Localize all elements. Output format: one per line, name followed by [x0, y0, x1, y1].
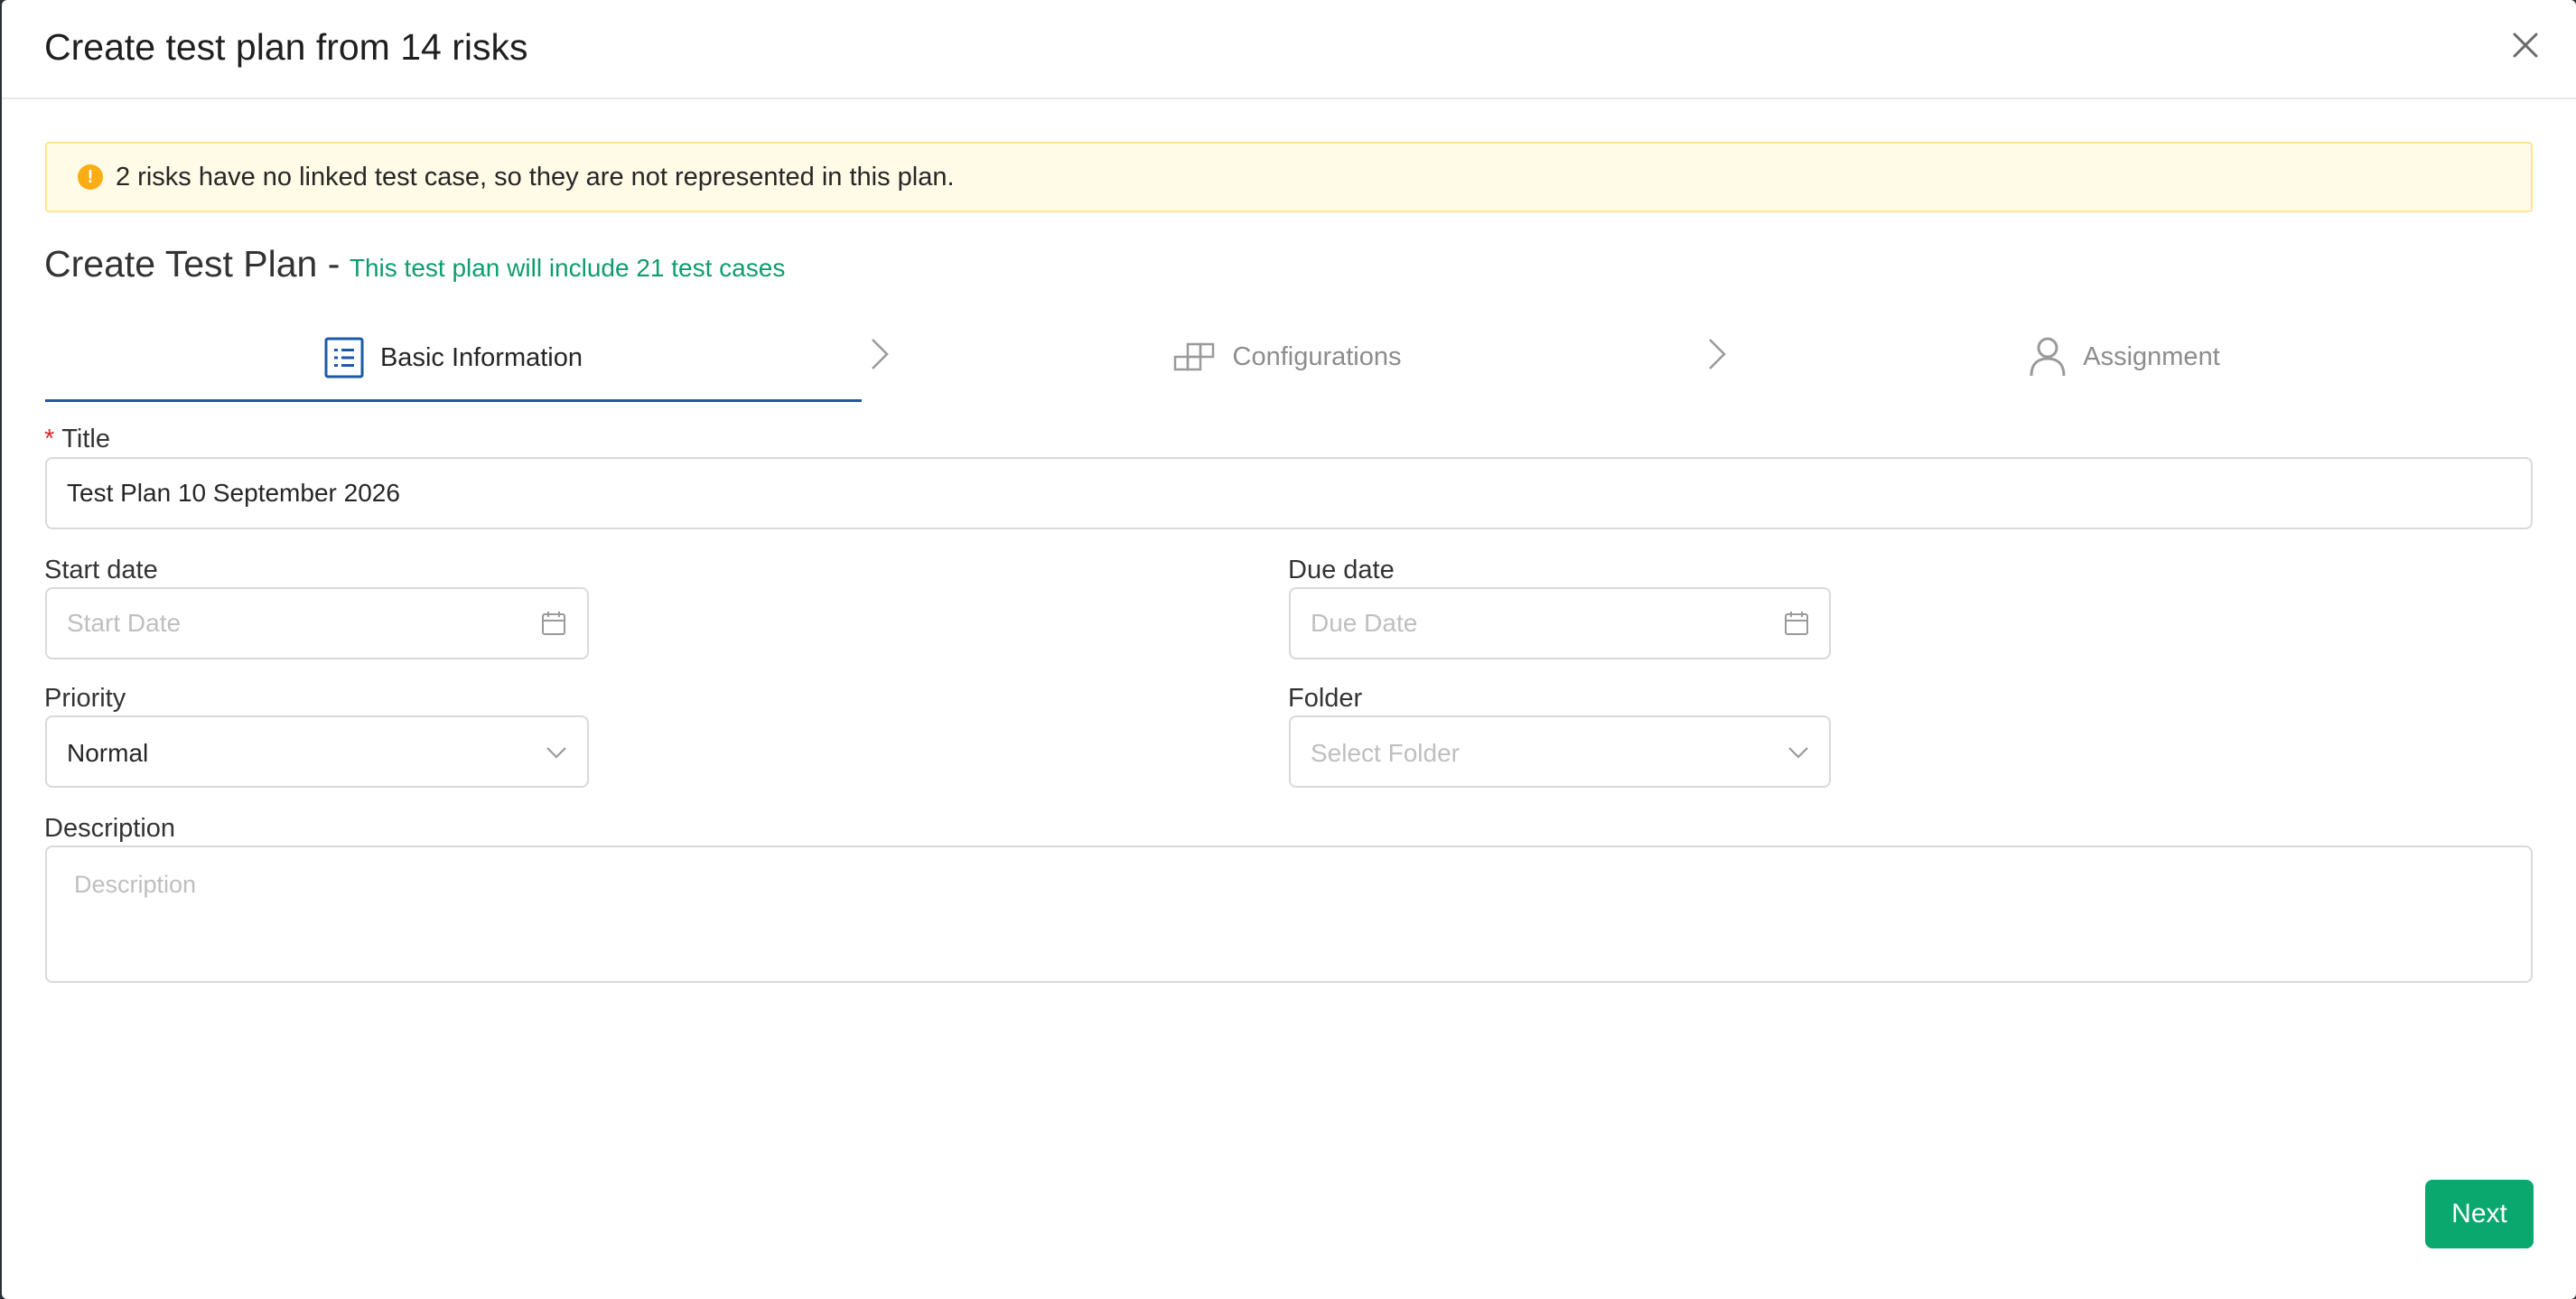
modal-title: Create test plan from 14 risks	[44, 26, 528, 68]
list-icon	[324, 337, 364, 378]
step-assignment[interactable]: Assignment	[1716, 316, 2533, 397]
step-basic-information[interactable]: Basic Information	[45, 316, 862, 402]
start-date-label: Start date	[44, 556, 158, 584]
close-icon	[2513, 33, 2538, 58]
required-mark: *	[44, 425, 55, 453]
folder-placeholder: Select Folder	[1311, 739, 1460, 767]
warning-text: 2 risks have no linked test case, so the…	[116, 163, 955, 192]
exclamation-icon: !	[78, 164, 103, 190]
heading-main: Create Test Plan -	[44, 243, 341, 285]
title-label: * Title	[44, 424, 110, 454]
priority-select[interactable]: Normal	[45, 715, 589, 788]
blocks-icon	[1173, 342, 1214, 371]
test-case-count-note: This test plan will include 21 test case…	[349, 254, 786, 282]
due-date-label: Due date	[1288, 556, 1395, 584]
step-label: Basic Information	[379, 342, 583, 372]
chevron-down-icon	[1788, 747, 1808, 759]
modal-header: Create test plan from 14 risks	[2, 0, 2576, 99]
step-label: Assignment	[2083, 341, 2220, 371]
chevron-down-icon	[546, 747, 566, 759]
description-label: Description	[44, 814, 176, 843]
folder-select[interactable]: Select Folder	[1289, 715, 1831, 788]
next-button[interactable]: Next	[2425, 1180, 2534, 1248]
due-date-input[interactable]	[1289, 587, 1831, 659]
start-date-input[interactable]	[45, 587, 589, 659]
folder-label: Folder	[1288, 684, 1363, 713]
title-input[interactable]	[45, 457, 2533, 529]
warning-alert: ! 2 risks have no linked test case, so t…	[45, 142, 2533, 212]
step-configurations[interactable]: Configurations	[876, 316, 1698, 397]
step-label: Configurations	[1232, 341, 1402, 371]
title-label-text: Title	[61, 425, 111, 453]
steps-nav: Basic Information Configurations Assignm…	[45, 316, 2533, 403]
priority-value: Normal	[67, 739, 149, 767]
description-textarea[interactable]	[45, 846, 2533, 983]
section-heading: Create Test Plan - This test plan will i…	[44, 238, 785, 298]
close-button[interactable]	[2509, 29, 2542, 61]
create-test-plan-modal: Create test plan from 14 risks ! 2 risks…	[2, 0, 2576, 1299]
priority-label: Priority	[44, 684, 126, 713]
user-icon	[2030, 337, 2066, 377]
